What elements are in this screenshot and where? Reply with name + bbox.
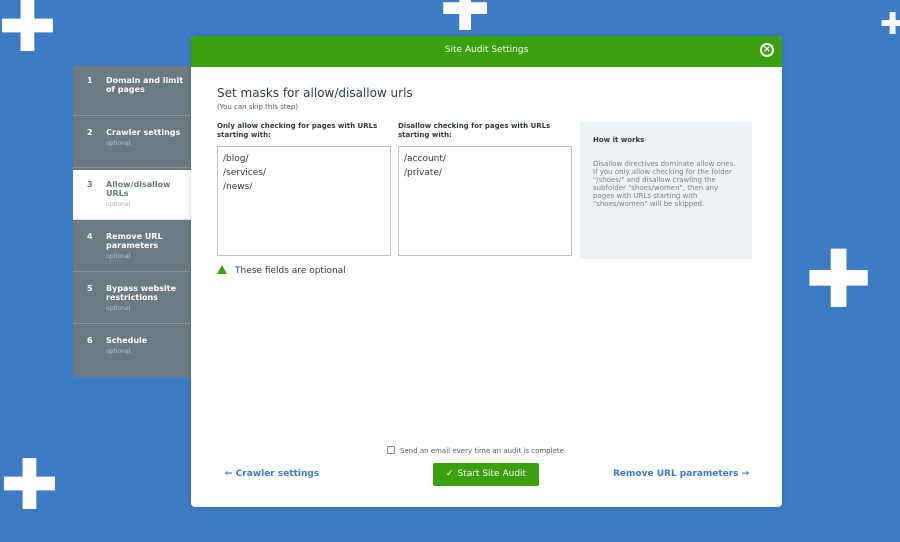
disallow-url-line: /account/ [404,154,446,164]
step-remove-url-parameters[interactable]: 4 Remove URL parameters optional [73,222,191,272]
step-optional-label: optional [106,201,131,208]
site-audit-settings-modal: Site Audit Settings × Set masks for allo… [191,36,782,507]
allow-url-line: /services/ [223,168,266,178]
step-number: 2 [87,128,93,137]
step-number: 4 [87,232,93,241]
background-cross-decoration: ✚ [805,233,873,326]
step-optional-label: optional [106,253,131,260]
disallow-urls-textarea[interactable]: /account/ /private/ [398,146,572,256]
email-notification-label: Send an email every time an audit is com… [400,447,567,455]
optional-note: These fields are optional [217,265,346,276]
step-number: 6 [87,336,93,345]
step-optional-label: optional [106,305,131,312]
step-title: Allow/disallow URLs optional [106,180,186,209]
background-cross-decoration: ✚ [440,0,491,45]
warning-triangle-icon [217,265,227,274]
how-it-works-panel: How it works Disallow directives dominat… [580,122,752,259]
allow-url-line: /blog/ [223,154,249,164]
step-schedule[interactable]: 6 Schedule optional [73,326,191,376]
next-remove-url-parameters-link[interactable]: Remove URL parameters → [613,469,749,479]
step-title: Schedule optional [106,336,186,356]
background-cross-decoration: ✚ [880,7,900,42]
modal-header: Site Audit Settings × [191,36,782,67]
step-bypass-restrictions[interactable]: 5 Bypass website restrictions optional [73,274,191,324]
step-domain[interactable]: 1 Domain and limit of pages [73,66,191,116]
step-title: Domain and limit of pages [106,76,184,94]
step-allow-disallow[interactable]: 3 Allow/disallow URLs optional [73,170,191,220]
how-it-works-text: Disallow directives dominate allow ones.… [593,160,736,208]
steps-sidebar: 1 Domain and limit of pages 2 Crawler se… [73,66,191,377]
step-optional-label: optional [106,348,131,355]
step-optional-label: optional [106,140,131,147]
step-crawler-settings[interactable]: 2 Crawler settings optional [73,118,191,168]
step-number: 1 [87,76,93,85]
step-title: Crawler settings optional [106,128,186,148]
allow-field-label: Only allow checking for pages with URLs … [217,122,378,139]
modal-title: Site Audit Settings [444,45,529,55]
disallow-url-line: /private/ [404,168,442,178]
disallow-field-label: Disallow checking for pages with URLs st… [398,122,551,139]
how-it-works-title: How it works [593,136,645,144]
allow-urls-textarea[interactable]: /blog/ /services/ /news/ [217,146,391,256]
step-number: 5 [87,284,93,293]
step-title: Remove URL parameters optional [106,232,186,261]
step-title: Bypass website restrictions optional [106,284,186,313]
checkmark-icon: ✓ [445,469,454,479]
start-site-audit-button[interactable]: ✓ Start Site Audit [433,463,539,486]
close-circle-icon[interactable]: × [760,43,774,57]
section-heading: Set masks for allow/disallow urls [217,86,413,100]
step-number: 3 [87,180,93,189]
background-cross-decoration: ✚ [0,0,57,68]
email-notification-checkbox[interactable] [387,446,395,454]
background-cross-decoration: ✚ [0,444,59,526]
back-crawler-settings-link[interactable]: ← Crawler settings [225,469,319,479]
allow-url-line: /news/ [223,182,253,192]
start-site-audit-label: Start Site Audit [457,469,527,479]
optional-note-text: These fields are optional [235,266,346,276]
email-notification-row: Send an email every time an audit is com… [387,446,566,455]
section-subheading: (You can skip this step) [217,103,299,111]
